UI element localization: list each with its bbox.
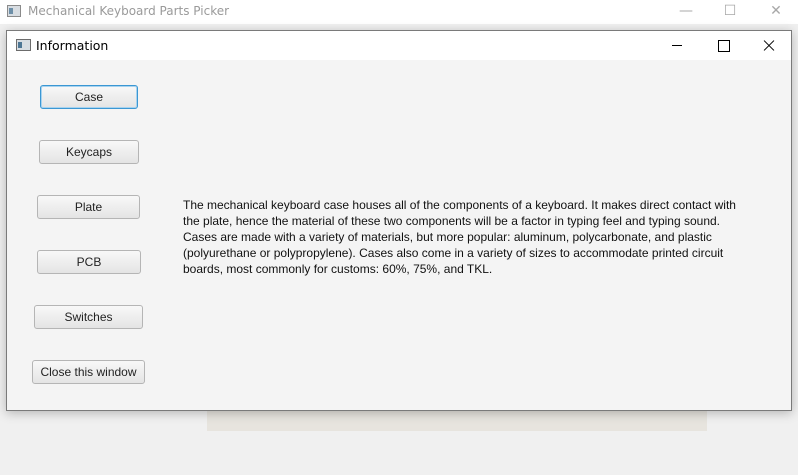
dialog-titlebar[interactable]: Information [7,31,791,60]
close-window-button[interactable]: Close this window [32,360,145,384]
pcb-button[interactable]: PCB [37,250,141,274]
switches-button[interactable]: Switches [34,305,143,329]
plate-button[interactable]: Plate [37,195,140,219]
main-window-title: Mechanical Keyboard Parts Picker [28,4,230,18]
info-text: The mechanical keyboard case houses all … [183,198,736,276]
app-icon [7,5,21,17]
dialog-app-icon [16,39,31,51]
minimize-button[interactable] [654,31,700,60]
case-button[interactable]: Case [40,85,138,109]
keycaps-button[interactable]: Keycaps [39,140,139,164]
main-window-footer [0,431,798,475]
main-minimize-button[interactable]: — [663,0,709,24]
close-button[interactable] [746,31,792,60]
dialog-title: Information [36,38,109,53]
main-content-area [207,411,707,431]
main-maximize-button[interactable]: ☐ [707,0,753,24]
main-titlebar[interactable]: Mechanical Keyboard Parts Picker — ☐ ✕ [0,0,798,24]
information-dialog: Information Case Keycaps Plate PCB Switc… [6,30,792,411]
maximize-button[interactable] [700,31,746,60]
main-close-button[interactable]: ✕ [753,0,798,24]
